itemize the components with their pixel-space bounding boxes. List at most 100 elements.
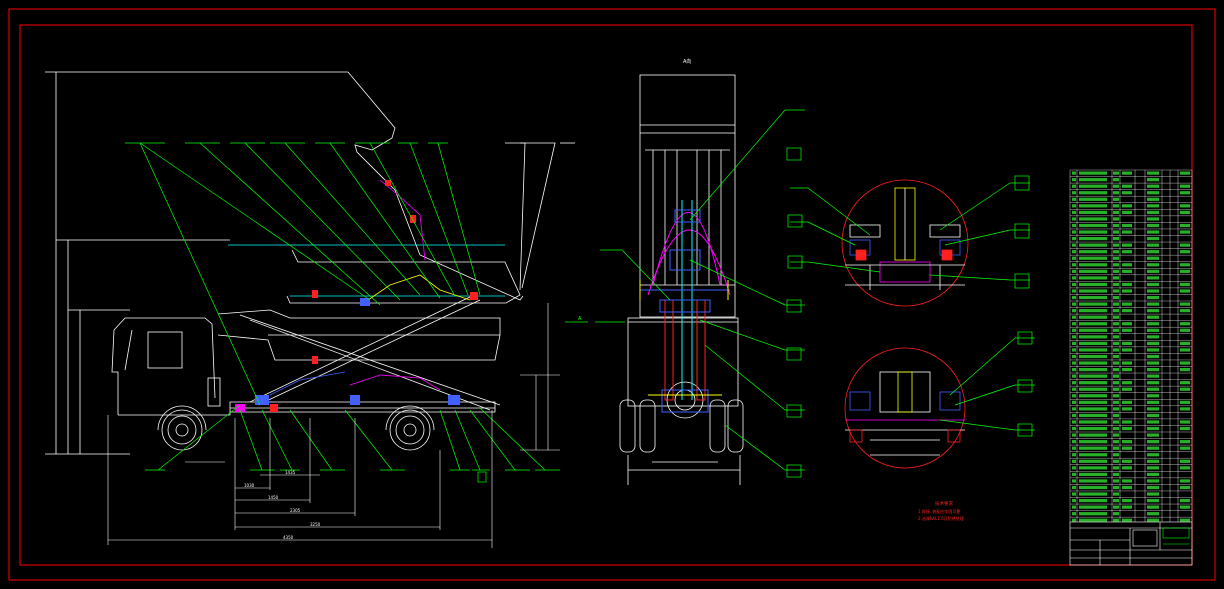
table-cell-text: [1147, 472, 1159, 476]
table-cell-text: [1079, 433, 1107, 437]
table-cell-text: [1113, 407, 1119, 411]
detail-upper-leaders: [787, 175, 1030, 289]
table-cell-text: [1072, 446, 1076, 450]
table-cell-text: [1072, 374, 1076, 378]
table-cell-text: [1113, 433, 1119, 437]
table-cell-text: [1072, 328, 1076, 332]
table-cell-text: [1072, 217, 1076, 221]
table-cell-text: [1072, 413, 1076, 418]
table-cell-text: [1079, 518, 1107, 522]
table-cell-text: [1079, 459, 1107, 463]
detail-view-upper: [841, 179, 969, 307]
table-cell-text: [1147, 230, 1159, 234]
table-cell-text: [1113, 374, 1119, 378]
table-cell-text: [1113, 204, 1119, 208]
table-cell-text: [1122, 518, 1132, 522]
table-cell-text: [1079, 237, 1107, 241]
table-cell-text: [1113, 223, 1119, 228]
table-cell-text: [1113, 256, 1119, 260]
table-cell-text: [1180, 230, 1190, 234]
table-cell-text: [1113, 479, 1119, 483]
table-cell-text: [1147, 309, 1159, 313]
table-cell-text: [1072, 282, 1076, 287]
table-cell-text: [1079, 282, 1107, 287]
dim-wheelbase: 3250: [310, 522, 321, 527]
table-cell-text: [1180, 204, 1190, 208]
table-cell-text: [1180, 466, 1190, 470]
table-cell-text: [1180, 282, 1190, 287]
table-cell-text: [1113, 237, 1119, 241]
table-cell-text: [1079, 256, 1107, 260]
table-cell-text: [1147, 282, 1159, 287]
table-cell-text: [1079, 302, 1107, 306]
table-cell-text: [1180, 348, 1190, 352]
table-cell-text: [1147, 243, 1159, 247]
table-cell-text: [1122, 191, 1132, 195]
table-cell-text: [1147, 276, 1159, 280]
table-cell-text: [1072, 433, 1076, 437]
table-cell-text: [1122, 485, 1132, 490]
table-cell-text: [1180, 407, 1190, 411]
table-cell-text: [1147, 184, 1159, 188]
truck-side-view: [45, 71, 575, 455]
table-cell-text: [1147, 335, 1159, 339]
table-cell-text: [1072, 426, 1076, 431]
table-cell-text: [1079, 413, 1107, 418]
table-cell-text: [1122, 250, 1132, 254]
table-cell-text: [1122, 302, 1132, 306]
table-cell-text: [1113, 459, 1119, 463]
table-cell-text: [1113, 361, 1119, 365]
table-cell-text: [1122, 505, 1132, 509]
table-cell-text: [1180, 250, 1190, 254]
table-cell-text: [1072, 223, 1076, 228]
table-cell-text: [1113, 426, 1119, 431]
table-cell-text: [1147, 210, 1159, 214]
table-cell-text: [1180, 381, 1190, 385]
table-cell-text: [1147, 407, 1159, 411]
table-cell-text: [1072, 263, 1076, 267]
table-cell-text: [1113, 413, 1119, 418]
table-cell-text: [1122, 446, 1132, 450]
table-cell-text: [1122, 420, 1132, 424]
table-cell-text: [1113, 250, 1119, 254]
table-cell-text: [1122, 243, 1132, 247]
table-cell-text: [1079, 191, 1107, 195]
table-cell-text: [1113, 191, 1119, 195]
table-cell-text: [1180, 479, 1190, 483]
table-cell-text: [1147, 512, 1159, 516]
table-cell-text: [1180, 289, 1190, 293]
table-cell-text: [1122, 289, 1132, 293]
table-cell-text: [1079, 335, 1107, 339]
table-cell-text: [1079, 223, 1107, 228]
table-cell-text: [1079, 387, 1107, 391]
table-cell-text: [1180, 341, 1190, 345]
table-cell-text: [1180, 459, 1190, 463]
table-cell-text: [1072, 315, 1076, 319]
table-cell-text: [1079, 315, 1107, 319]
table-cell-text: [1113, 276, 1119, 280]
table-cell-text: [1079, 472, 1107, 476]
table-cell-text: [1072, 322, 1076, 326]
table-cell-text: [1113, 243, 1119, 247]
table-cell-text: [1079, 505, 1107, 509]
table-cell-text: [1147, 518, 1159, 522]
table-cell-text: [1113, 217, 1119, 221]
table-cell-text: [1147, 341, 1159, 345]
technical-notes: 技术要求 1.焊接. 装配应牢固可靠 2.油漆RAL1.6及防锈处理: [918, 500, 964, 521]
table-cell-text: [1113, 472, 1119, 476]
table-cell-text: [1180, 269, 1190, 273]
table-cell-text: [1113, 381, 1119, 385]
table-cell-text: [1072, 512, 1076, 516]
table-cell-text: [1147, 400, 1159, 404]
table-cell-text: [1113, 387, 1119, 391]
table-cell-text: [1072, 505, 1076, 509]
section-a-label: A: [578, 316, 582, 322]
table-cell-text: [1072, 191, 1076, 195]
table-cell-text: [1072, 420, 1076, 424]
table-cell-text: [1147, 354, 1159, 359]
table-cell-text: [1079, 446, 1107, 450]
table-cell-text: [1072, 492, 1076, 496]
table-cell-text: [1113, 518, 1119, 522]
table-cell-text: [1113, 184, 1119, 188]
table-cell-text: [1072, 440, 1076, 444]
